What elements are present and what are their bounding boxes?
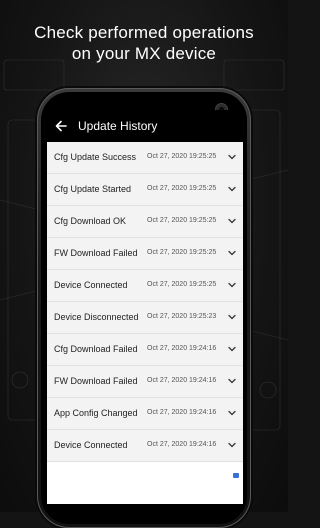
- chevron-down-icon[interactable]: [228, 282, 236, 288]
- list-item-label: Device Disconnected: [54, 312, 139, 322]
- list-item-timestamp: Oct 27, 2020 19:24:16: [147, 377, 217, 384]
- list-item[interactable]: Cfg Download Failed Oct 27, 2020 19:24:1…: [47, 334, 243, 366]
- chevron-down-icon[interactable]: [228, 378, 236, 384]
- list-item-timestamp: Oct 27, 2020 19:25:25: [147, 185, 217, 192]
- list-item-label: FW Download Failed: [54, 248, 138, 258]
- list-item[interactable]: Device Connected Oct 27, 2020 19:25:25: [47, 270, 243, 302]
- list-item[interactable]: Device Disconnected Oct 27, 2020 19:25:2…: [47, 302, 243, 334]
- list-item-timestamp: Oct 27, 2020 19:25:25: [147, 217, 217, 224]
- headline-line-1: Check performed operations: [34, 23, 254, 42]
- list-item-label: Cfg Update Success: [54, 152, 137, 162]
- list-item-label: Device Connected: [54, 440, 128, 450]
- headline: Check performed operations on your MX de…: [0, 22, 288, 64]
- chevron-down-icon[interactable]: [228, 442, 236, 448]
- list-item[interactable]: FW Download Failed Oct 27, 2020 19:25:25: [47, 238, 243, 270]
- list-item-timestamp: Oct 27, 2020 19:24:16: [147, 409, 217, 416]
- chevron-down-icon[interactable]: [228, 186, 236, 192]
- arrow-back-icon[interactable]: [54, 119, 68, 133]
- list-item-timestamp: Oct 27, 2020 19:25:25: [147, 281, 217, 288]
- list-item-label: Cfg Download OK: [54, 216, 127, 226]
- list-item-timestamp: Oct 27, 2020 19:24:16: [147, 345, 217, 352]
- list-item-timestamp: Oct 27, 2020 19:25:25: [147, 249, 217, 256]
- chevron-down-icon[interactable]: [228, 314, 236, 320]
- list-item-label: Cfg Download Failed: [54, 344, 138, 354]
- history-list: Cfg Update Success Oct 27, 2020 19:25:25…: [47, 142, 243, 462]
- list-item-timestamp: Oct 27, 2020 19:24:16: [147, 441, 217, 448]
- page-title: Update History: [78, 119, 158, 133]
- list-item-label: Device Connected: [54, 280, 128, 290]
- info-badge-icon: [233, 473, 239, 478]
- list-item-label: Cfg Update Started: [54, 184, 132, 194]
- list-item-label: FW Download Failed: [54, 376, 138, 386]
- list-item-timestamp: Oct 27, 2020 19:25:23: [147, 313, 217, 320]
- app-bar: Update History: [47, 110, 243, 142]
- chevron-down-icon[interactable]: [228, 346, 236, 352]
- chevron-down-icon[interactable]: [228, 410, 236, 416]
- list-item[interactable]: Cfg Download OK Oct 27, 2020 19:25:25: [47, 206, 243, 238]
- chevron-down-icon[interactable]: [228, 154, 236, 160]
- list-item[interactable]: App Config Changed Oct 27, 2020 19:24:16: [47, 398, 243, 430]
- list-item-timestamp: Oct 27, 2020 19:25:25: [147, 153, 217, 160]
- list-item[interactable]: Cfg Update Success Oct 27, 2020 19:25:25: [47, 142, 243, 174]
- list-item[interactable]: Device Connected Oct 27, 2020 19:24:16: [47, 430, 243, 462]
- chevron-down-icon[interactable]: [228, 250, 236, 256]
- app-screen: Update History Cfg Update Success Oct 27…: [47, 110, 243, 504]
- list-item[interactable]: FW Download Failed Oct 27, 2020 19:24:16: [47, 366, 243, 398]
- chevron-down-icon[interactable]: [228, 218, 236, 224]
- list-item[interactable]: Cfg Update Started Oct 27, 2020 19:25:25: [47, 174, 243, 206]
- headline-line-2: on your MX device: [71, 44, 217, 63]
- list-item-label: App Config Changed: [54, 408, 138, 418]
